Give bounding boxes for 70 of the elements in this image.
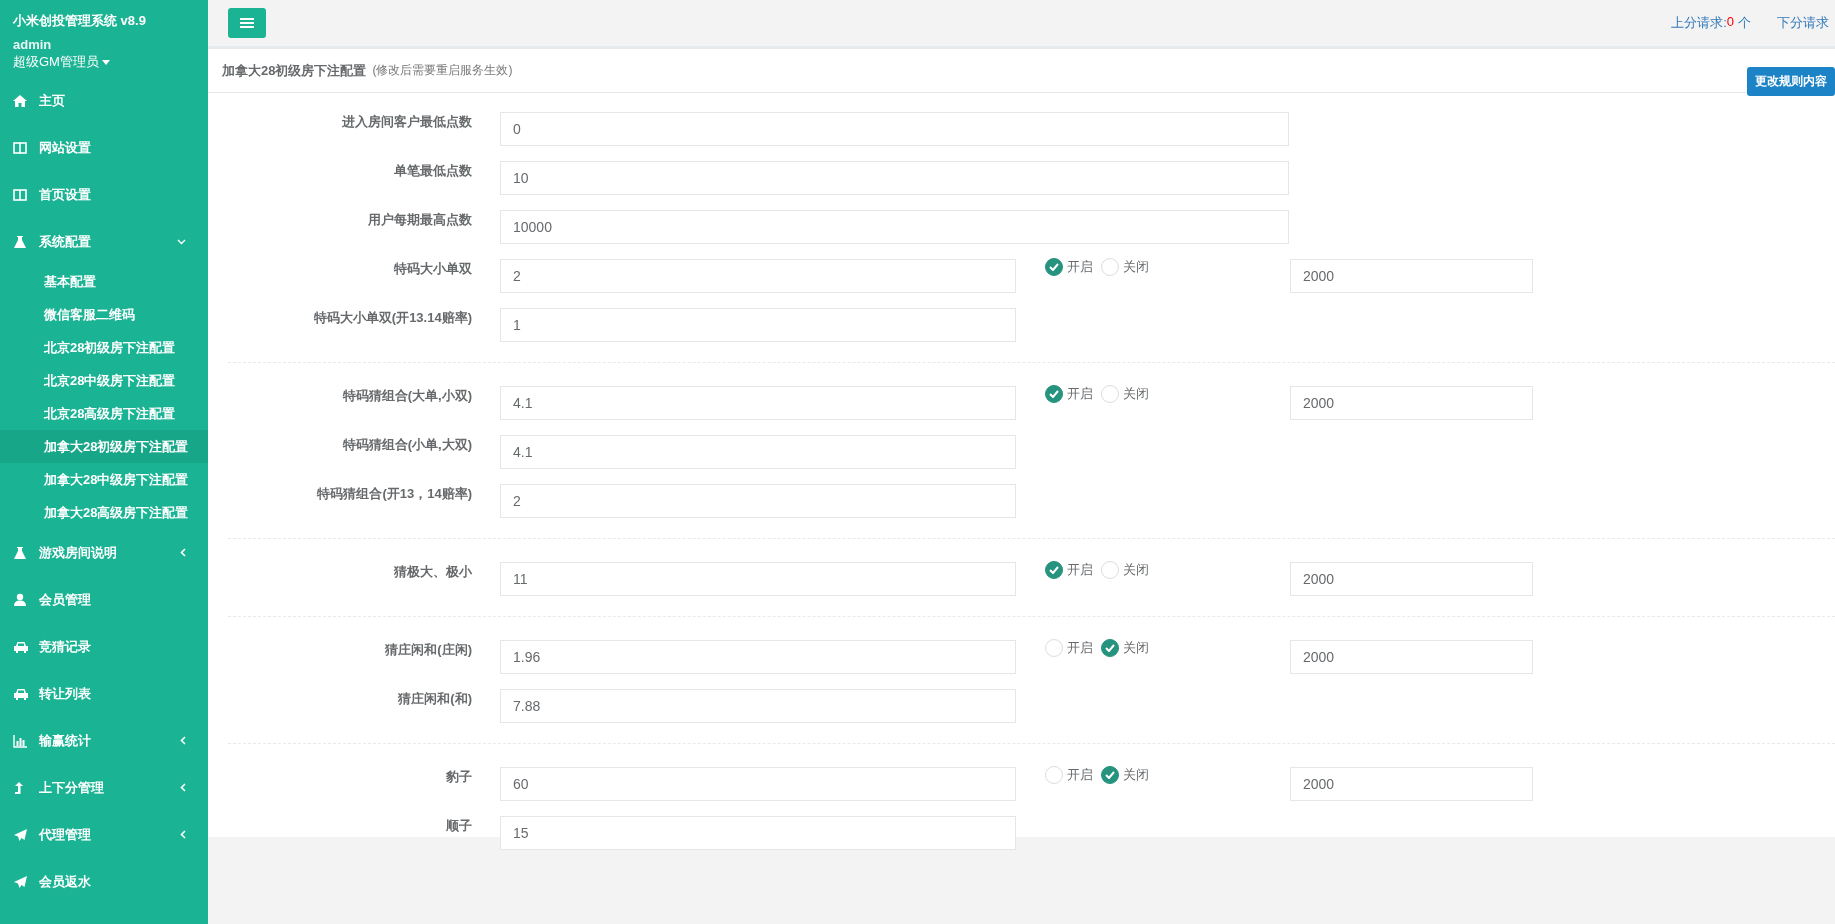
input-field[interactable]: 60 [500,767,1016,801]
input-field[interactable]: 2000 [1290,767,1533,801]
radio-option[interactable]: 关闭 [1101,766,1149,784]
count-unit: 个 [1738,14,1751,32]
field-label: 特码猜组合(开13，14赔率) [316,485,473,503]
field-label: 特码大小单双 [393,260,473,278]
input-field[interactable]: 10000 [500,210,1289,244]
columns-icon [13,140,28,155]
menu-icon [240,17,254,29]
field-label: 猜极大、极小 [393,563,473,581]
check-icon [1049,390,1059,398]
panel-title: 加拿大28初级房下注配置 [222,61,367,80]
paper-plane-icon [13,827,28,842]
input-field[interactable]: 4.1 [500,386,1016,420]
car-icon [13,686,28,701]
bar-chart-icon [13,733,28,748]
field-label: 用户每期最高点数 [367,211,473,229]
check-icon [1105,644,1115,652]
input-field[interactable]: 11 [500,562,1016,596]
radio-option[interactable]: 开启 [1045,639,1093,657]
check-icon [1049,566,1059,574]
input-field[interactable]: 2000 [1290,640,1533,674]
user-name: admin [13,37,53,53]
radio-option[interactable]: 开启 [1045,561,1093,579]
field-label: 猜庄闲和(和) [397,690,473,708]
radio-option[interactable]: 开启 [1045,766,1093,784]
panel-note: (修改后需要重启服务生效) [372,62,513,79]
input-field[interactable]: 2 [500,259,1016,293]
input-field[interactable]: 1 [500,308,1016,342]
field-label: 进入房间客户最低点数 [341,113,473,131]
radio-option[interactable]: 关闭 [1101,258,1149,276]
field-label: 特码猜组合(小单,大双) [341,436,473,454]
request-link[interactable]: 下分请求 [1777,14,1829,32]
menu-button[interactable] [228,8,266,38]
input-field[interactable]: 2000 [1290,386,1533,420]
input-field[interactable]: 4.1 [500,435,1016,469]
field-label: 特码猜组合(大单,小双) [341,387,473,405]
field-label: 猜庄闲和(庄闲) [384,641,473,659]
input-field[interactable]: 0 [500,112,1289,146]
edit-rules-button[interactable]: 更改规则内容 [1747,67,1835,96]
input-field[interactable]: 10 [500,161,1289,195]
radio-option[interactable]: 关闭 [1101,385,1149,403]
columns-icon [13,187,28,202]
field-label: 特码大小单双(开13.14赔率) [312,309,473,327]
check-icon [1105,771,1115,779]
flask-icon [13,234,28,249]
caret-icon [101,59,110,65]
user-icon [13,592,28,607]
input-field[interactable]: 15 [500,816,1016,850]
flask-icon [13,545,28,560]
input-field[interactable]: 1.96 [500,640,1016,674]
radio-option[interactable]: 开启 [1045,258,1093,276]
paper-plane-icon [13,874,28,889]
input-field[interactable]: 2000 [1290,259,1533,293]
input-field[interactable]: 2 [500,484,1016,518]
radio-option[interactable]: 关闭 [1101,561,1149,579]
request-link[interactable]: 上分请求: [1671,14,1727,32]
radio-option[interactable]: 开启 [1045,385,1093,403]
field-label: 豹子 [445,768,473,786]
home-icon [13,93,28,108]
input-field[interactable]: 2000 [1290,562,1533,596]
radio-option[interactable]: 关闭 [1101,639,1149,657]
submenu-item[interactable]: 加拿大28初级房下注配置 [0,430,208,463]
check-icon [1049,263,1059,271]
car-icon [13,639,28,654]
request-count: 0 [1726,14,1734,31]
field-label: 单笔最低点数 [393,162,473,180]
input-field[interactable]: 7.88 [500,689,1016,723]
app-title: 小米创投管理系统 v8.9 [13,12,147,30]
field-label: 顺子 [445,817,473,835]
